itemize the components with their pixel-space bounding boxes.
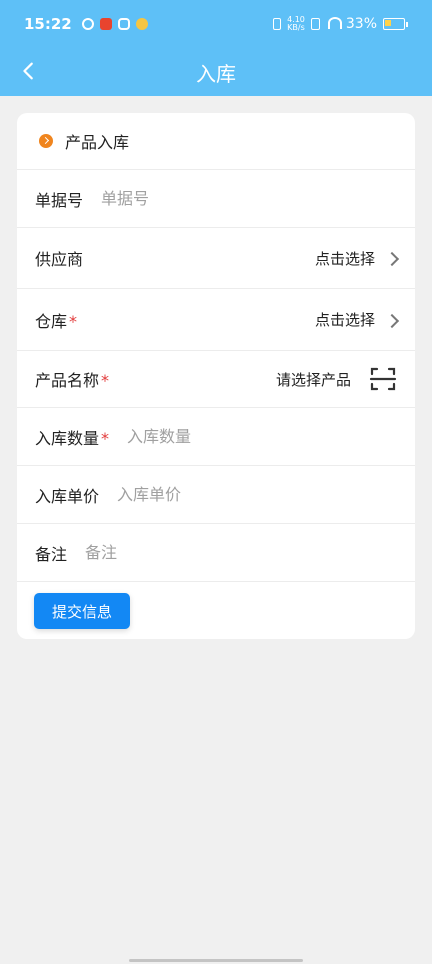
scan-frame-icon bbox=[369, 367, 397, 391]
supplier-value: 点击选择 bbox=[314, 249, 375, 268]
required-mark: * bbox=[101, 371, 110, 390]
doc-no-input[interactable] bbox=[99, 188, 397, 209]
required-mark: * bbox=[69, 311, 78, 331]
supplier-label: 供应商 bbox=[35, 250, 84, 269]
supplier-row[interactable]: 供应商 点击选择 bbox=[17, 228, 415, 289]
battery-percent: 33% bbox=[345, 16, 377, 32]
unit-price-row: 入库单价 bbox=[17, 466, 415, 524]
app-notification-icon bbox=[81, 18, 94, 30]
section-arrow-icon bbox=[39, 134, 53, 148]
unit-price-input[interactable] bbox=[115, 484, 397, 505]
product-select[interactable]: 请选择产品 bbox=[276, 365, 397, 393]
product-label: 产品名称 * bbox=[35, 367, 109, 391]
net-speed: 4.10 KB/s bbox=[287, 16, 305, 32]
warehouse-select[interactable]: 点击选择 bbox=[315, 309, 397, 330]
battery-icon bbox=[383, 18, 405, 30]
quantity-input[interactable] bbox=[125, 426, 397, 447]
scan-icon[interactable] bbox=[369, 365, 397, 393]
status-bar: 15:22 4.10 KB/s 33% bbox=[0, 0, 432, 48]
wifi-icon bbox=[326, 17, 342, 31]
weibo-icon bbox=[135, 18, 148, 30]
app-header: 15:22 4.10 KB/s 33% 入库 bbox=[0, 0, 432, 96]
page-title: 入库 bbox=[196, 62, 236, 86]
status-right: 4.10 KB/s 33% bbox=[273, 16, 408, 32]
sim-icon bbox=[310, 18, 320, 30]
flower-app-icon bbox=[117, 18, 130, 30]
status-time: 15:22 bbox=[24, 15, 72, 33]
required-mark: * bbox=[101, 428, 110, 448]
warehouse-value: 点击选择 bbox=[314, 311, 375, 329]
remark-label: 备注 bbox=[35, 544, 68, 564]
quantity-row: 入库数量 * bbox=[17, 408, 415, 466]
form-card: 产品入库 单据号 供应商 点击选择 仓库* 点击选择 产品名称* 请选择产品 bbox=[17, 113, 415, 639]
quantity-label: 入库数量 * bbox=[35, 425, 109, 449]
submit-button[interactable]: 提交信息 bbox=[34, 593, 131, 629]
chevron-right-icon bbox=[385, 252, 397, 264]
product-value: 请选择产品 bbox=[275, 370, 351, 389]
home-indicator[interactable] bbox=[129, 959, 303, 962]
red-app-icon bbox=[99, 18, 112, 30]
net-speed-unit: KB/s bbox=[287, 23, 305, 32]
warehouse-row[interactable]: 仓库 * 点击选择 bbox=[17, 289, 415, 351]
supplier-select[interactable]: 点击选择 bbox=[315, 248, 397, 269]
battery-cap bbox=[406, 21, 408, 27]
unit-price-label: 入库单价 bbox=[35, 486, 100, 506]
status-left: 15:22 bbox=[24, 15, 148, 33]
product-label-text: 产品名称 bbox=[35, 371, 100, 390]
doc-no-label: 单据号 bbox=[35, 190, 84, 210]
remark-input[interactable] bbox=[83, 542, 397, 563]
section-title: 产品入库 bbox=[65, 133, 130, 152]
chevron-right-icon bbox=[385, 314, 397, 326]
quantity-label-text: 入库数量 bbox=[35, 428, 100, 448]
warehouse-label: 仓库 * bbox=[35, 308, 77, 332]
vibrate-icon bbox=[273, 18, 282, 30]
doc-no-row: 单据号 bbox=[17, 170, 415, 228]
navigation-bar: 入库 bbox=[0, 48, 432, 96]
submit-area: 提交信息 bbox=[17, 582, 415, 639]
remark-row: 备注 bbox=[17, 524, 415, 582]
section-header: 产品入库 bbox=[17, 113, 415, 170]
warehouse-label-text: 仓库 bbox=[35, 311, 68, 331]
product-row: 产品名称 * 请选择产品 bbox=[17, 351, 415, 408]
